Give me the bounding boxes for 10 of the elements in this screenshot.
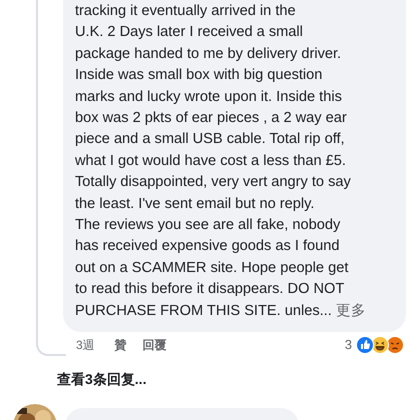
see-more-link[interactable]: 更多 <box>336 302 366 319</box>
reaction-count: 3 <box>344 336 352 354</box>
like-reaction-icon <box>356 336 374 354</box>
angry-face-icon <box>386 336 404 354</box>
view-replies-link[interactable]: 查看3条回复... <box>57 369 146 390</box>
comment-text: tracking it eventually arrived in the U.K. 2 Days later I received a small package handed to me by delivery driver. Inside was small box with big question marks and lucky wrote upon it. Inside this box was 2 pkts of ear pieces , a 2 way ear piece and a small USB cable. Total rip off, what I got would have cost a less than £5. Totally disappointed, very vert angry to say the least. I've sent email but no reply. The reviews you see are all fake, nobody has received expensive goods as I found out on a SCAMMER site. Hope people get to read this before it disappears. DO NOT PURCHASE FROM THIS SITE. unles... 更多 <box>75 2 367 321</box>
laughing-face-icon <box>371 336 389 354</box>
comment-time: 3週 <box>76 337 95 354</box>
like-link[interactable]: 贊 <box>114 336 127 354</box>
reply-link[interactable]: 回覆 <box>142 336 167 354</box>
